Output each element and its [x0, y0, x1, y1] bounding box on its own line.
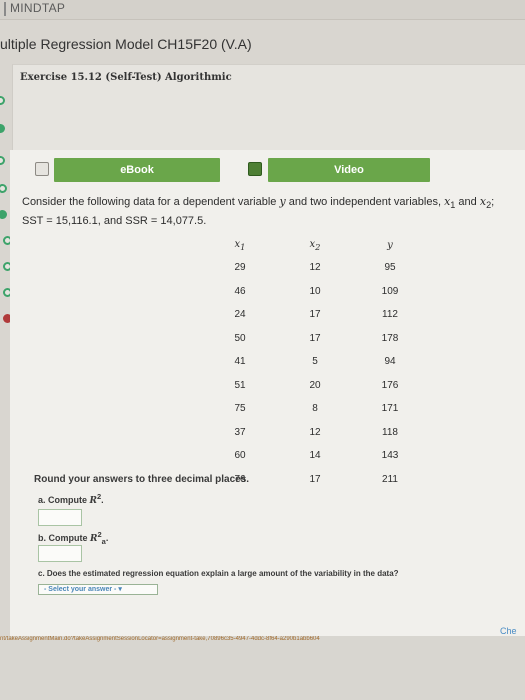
cell-x2: 20 [309, 379, 321, 391]
part-a-label: a. Compute R2. [38, 492, 104, 506]
cell-y: 143 [381, 450, 399, 462]
cell-x1: 37 [234, 426, 246, 438]
header-x1: x1 [234, 238, 246, 252]
cell-y: 109 [381, 285, 399, 297]
part-c-label: c. Does the estimated regression equatio… [38, 569, 399, 578]
cell-x2: 17 [309, 332, 321, 344]
cell-x1: 51 [234, 379, 246, 391]
progress-dot[interactable] [0, 96, 5, 105]
table-row: 51 20 176 [195, 374, 435, 398]
cell-x2: 12 [309, 426, 321, 438]
cell-x1: 50 [234, 332, 246, 344]
table-header-row: x1 x2 y [195, 234, 435, 256]
cell-y: 171 [381, 403, 399, 415]
cell-x2: 17 [309, 473, 321, 485]
brand-divider [4, 2, 6, 16]
chevron-down-icon: ▾ [118, 586, 122, 593]
question-text: Consider the following data for a depend… [22, 194, 522, 229]
cell-x2: 8 [312, 403, 318, 415]
status-url: nt/takeAssignmentMain.do?takeAssignmentS… [0, 636, 320, 642]
bottom-bar [0, 636, 525, 700]
progress-dot[interactable] [0, 210, 7, 219]
cell-x2: 17 [309, 309, 321, 321]
table-row: 60 14 143 [195, 444, 435, 468]
data-table: x1 x2 y 29 12 95 46 10 109 24 17 112 50 17 178 41 5 94… [195, 234, 435, 491]
progress-dot[interactable] [0, 156, 5, 165]
variability-select[interactable]: - Select your answer - ▾ [38, 584, 158, 595]
cell-x2: 10 [309, 285, 321, 297]
instructions: Round your answers to three decimal plac… [34, 474, 250, 485]
r-squared-input[interactable] [38, 509, 82, 526]
check-my-work-button[interactable]: Che [500, 626, 517, 636]
table-row: 29 12 95 [195, 256, 435, 280]
cell-x2: 12 [309, 262, 321, 274]
ebook-button[interactable]: eBook [54, 158, 220, 182]
exercise-title: Exercise 15.12 (Self-Test) Algorithmic [20, 72, 232, 83]
table-row: 37 12 118 [195, 421, 435, 445]
cell-y: 95 [384, 262, 396, 274]
cell-y: 178 [381, 332, 399, 344]
cell-x2: 14 [309, 450, 321, 462]
table-row: 24 17 112 [195, 303, 435, 327]
cell-x1: 29 [234, 262, 246, 274]
video-icon [248, 162, 262, 176]
cell-y: 211 [382, 473, 398, 485]
table-row: 75 8 171 [195, 397, 435, 421]
table-row: 41 5 94 [195, 350, 435, 374]
progress-dot[interactable] [0, 124, 5, 133]
video-button[interactable]: Video [268, 158, 430, 182]
book-icon [35, 162, 49, 176]
cell-x1: 24 [234, 309, 246, 321]
header-x2: x2 [309, 238, 321, 252]
table-row: 50 17 178 [195, 327, 435, 351]
progress-dot[interactable] [0, 184, 7, 193]
cell-y: 118 [382, 426, 398, 438]
cell-y: 94 [384, 356, 396, 368]
cell-x1: 75 [234, 403, 246, 415]
cell-y: 176 [381, 379, 399, 391]
header-y: y [387, 239, 393, 251]
sst-ssr-values: SST = 15,116.1, and SSR = 14,077.5. [22, 215, 207, 228]
brand-logo: MINDTAP [10, 1, 66, 15]
cell-x1: 60 [234, 450, 246, 462]
adjusted-r-squared-input[interactable] [38, 545, 82, 562]
cell-x2: 5 [312, 356, 318, 368]
table-row: 46 10 109 [195, 280, 435, 304]
cell-y: 112 [382, 309, 398, 321]
part-b-label: b. Compute R2a. [38, 530, 109, 546]
top-bar: MINDTAP [0, 0, 525, 20]
cell-x1: 41 [234, 356, 246, 368]
assignment-title: ultiple Regression Model CH15F20 (V.A) [0, 36, 252, 52]
cell-x1: 46 [234, 285, 246, 297]
